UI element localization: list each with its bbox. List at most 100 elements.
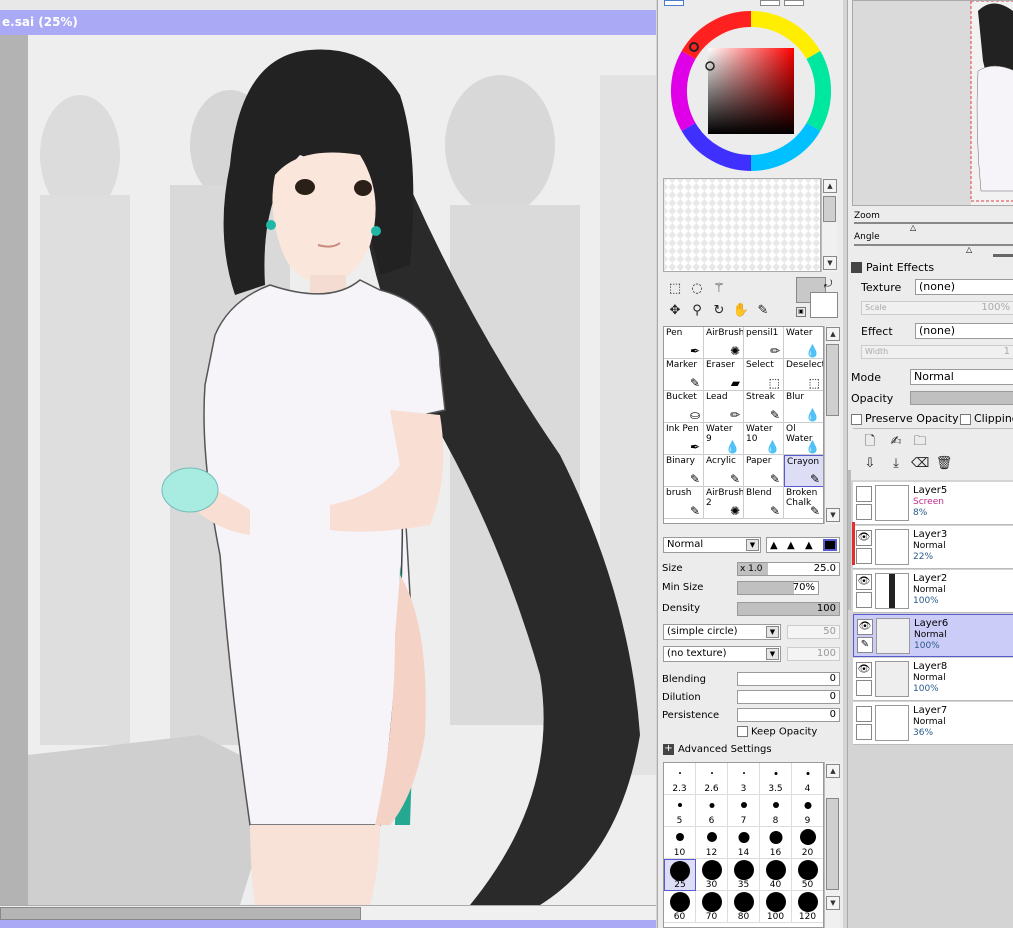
layer-row[interactable]: 👁 ✎ Layer6 Normal 100% bbox=[853, 614, 1013, 657]
scroll-down-icon[interactable]: ▼ bbox=[823, 256, 837, 270]
brush-size-preset[interactable]: 2.6 bbox=[696, 763, 728, 795]
brush-item[interactable]: Streak ✎ bbox=[744, 391, 784, 423]
brush-size-preset[interactable]: 12 bbox=[696, 827, 728, 859]
layer-lock-icon[interactable] bbox=[856, 680, 872, 696]
brush-size-preset[interactable]: 9 bbox=[792, 795, 823, 827]
canvas-title[interactable]: e.sai (25%) bbox=[0, 10, 656, 35]
brush-item[interactable]: pensil1 ✏ bbox=[744, 327, 784, 359]
checkbox-icon[interactable] bbox=[851, 413, 862, 425]
brush-size-preset[interactable]: 20 bbox=[792, 827, 823, 859]
scratch-pad-scrollbar[interactable]: ▲ ▼ bbox=[821, 178, 837, 272]
checkbox-icon[interactable] bbox=[737, 726, 748, 737]
new-folder-icon[interactable]: 🗀 bbox=[911, 433, 929, 451]
brush-shape-slider[interactable]: 50 bbox=[787, 625, 840, 639]
angle-slider[interactable] bbox=[854, 244, 1013, 246]
delete-layer-icon[interactable]: 🗑 bbox=[935, 455, 953, 473]
background-color-swatch[interactable] bbox=[810, 292, 838, 318]
brush-size-preset[interactable]: 50 bbox=[792, 859, 823, 891]
blending-slider[interactable]: 0 bbox=[737, 672, 840, 686]
visibility-eye-icon[interactable] bbox=[856, 706, 872, 722]
brush-item[interactable]: Bucket ⛀ bbox=[664, 391, 704, 423]
scroll-thumb[interactable] bbox=[826, 344, 839, 416]
layer-lock-icon[interactable] bbox=[856, 548, 872, 564]
brush-size-preset[interactable]: 10 bbox=[664, 827, 696, 859]
edge-medium-icon[interactable]: ▲ bbox=[787, 540, 795, 551]
angle-slider-handle[interactable]: △ bbox=[966, 245, 972, 254]
layer-row[interactable]: 👁 Layer3 Normal 22% bbox=[853, 526, 1013, 569]
brush-edge-selector[interactable]: ▲ ▲ ▲ bbox=[766, 537, 840, 553]
hand-icon[interactable]: ✋ bbox=[732, 302, 750, 320]
visibility-eye-icon[interactable]: 👁 bbox=[857, 619, 873, 635]
persistence-slider[interactable]: 0 bbox=[737, 708, 840, 722]
brush-size-preset[interactable]: 7 bbox=[728, 795, 760, 827]
rect-select-icon[interactable]: ⬚ bbox=[666, 280, 684, 298]
scroll-up-icon[interactable]: ▲ bbox=[826, 327, 840, 341]
brush-item[interactable]: AirBrush 2 ✺ bbox=[704, 487, 744, 519]
brush-item[interactable]: Blend ✎ bbox=[744, 487, 784, 519]
scroll-up-icon[interactable]: ▲ bbox=[823, 179, 837, 193]
brush-size-preset[interactable]: 60 bbox=[664, 891, 696, 923]
checkbox-icon[interactable] bbox=[960, 413, 971, 425]
brush-size-preset[interactable]: 16 bbox=[760, 827, 792, 859]
new-linework-layer-icon[interactable]: ✍ bbox=[887, 433, 905, 451]
brush-item[interactable]: AirBrush ✺ bbox=[704, 327, 744, 359]
scroll-thumb[interactable] bbox=[826, 798, 839, 890]
merge-down-icon[interactable]: ⤓ bbox=[887, 455, 905, 473]
density-slider[interactable]: 100 bbox=[737, 602, 840, 616]
dilution-slider[interactable]: 0 bbox=[737, 690, 840, 704]
brush-item[interactable]: Water 10 💧 bbox=[744, 423, 784, 455]
brush-item[interactable]: Crayon ✎ bbox=[784, 455, 823, 487]
lasso-icon[interactable]: ◌ bbox=[688, 280, 706, 298]
effect-texture-dropdown[interactable]: (none) bbox=[915, 279, 1013, 295]
scratch-pad[interactable] bbox=[663, 178, 821, 272]
panel-divider-handle[interactable] bbox=[993, 254, 1013, 257]
brush-size-preset[interactable]: 80 bbox=[728, 891, 760, 923]
color-wheel[interactable] bbox=[668, 8, 834, 174]
new-layer-icon[interactable]: 🗋 bbox=[861, 433, 879, 451]
brush-item[interactable]: Water 9 💧 bbox=[704, 423, 744, 455]
edge-hard-icon[interactable]: ▲ bbox=[770, 540, 778, 551]
size-presets-scrollbar[interactable]: ▲ ▼ bbox=[824, 762, 840, 928]
brush-item[interactable]: Acrylic ✎ bbox=[704, 455, 744, 487]
visibility-eye-icon[interactable] bbox=[856, 486, 872, 502]
edge-soft-icon[interactable]: ▲ bbox=[805, 540, 813, 551]
brush-item[interactable]: Select ⬚ bbox=[744, 359, 784, 391]
brush-item[interactable]: Paper ✎ bbox=[744, 455, 784, 487]
brush-size-preset[interactable]: 3 bbox=[728, 763, 760, 795]
reset-colors-icon[interactable]: ▣ bbox=[796, 307, 806, 317]
brush-size-preset[interactable]: 2.3 bbox=[664, 763, 696, 795]
brush-size-preset[interactable]: 8 bbox=[760, 795, 792, 827]
artwork[interactable] bbox=[0, 35, 656, 905]
layer-lock-icon[interactable] bbox=[856, 592, 872, 608]
layer-lock-icon[interactable] bbox=[856, 724, 872, 740]
brush-item[interactable]: Deselect ⬚ bbox=[784, 359, 823, 391]
layer-row[interactable]: Layer5 Screen 8% bbox=[853, 482, 1013, 525]
zoom-slider[interactable] bbox=[854, 222, 1013, 224]
color-slider-mode-button[interactable] bbox=[760, 0, 780, 6]
brush-size-preset[interactable]: 120 bbox=[792, 891, 823, 923]
magic-wand-icon[interactable]: ⚚ bbox=[710, 280, 728, 298]
edit-lock-pen-icon[interactable]: ✎ bbox=[857, 637, 873, 653]
color-wheel-mode-button[interactable] bbox=[664, 0, 684, 6]
clipping-checkbox[interactable]: Clipping bbox=[960, 412, 1013, 425]
layer-lock-icon[interactable] bbox=[856, 504, 872, 520]
brush-size-preset[interactable]: 4 bbox=[792, 763, 823, 795]
min-size-slider[interactable]: 70% bbox=[737, 581, 819, 595]
brush-size-preset[interactable]: 5 bbox=[664, 795, 696, 827]
collapse-minus-icon[interactable] bbox=[851, 262, 862, 273]
brush-item[interactable]: Water 💧 bbox=[784, 327, 823, 359]
brush-size-preset[interactable]: 14 bbox=[728, 827, 760, 859]
expand-plus-icon[interactable]: + bbox=[663, 744, 674, 755]
brush-size-preset[interactable]: 35 bbox=[728, 859, 760, 891]
effect-dropdown[interactable]: (none) bbox=[915, 323, 1013, 339]
brush-list-scrollbar[interactable]: ▲ ▼ bbox=[824, 326, 840, 524]
size-multiplier[interactable]: x 1.0 bbox=[738, 563, 768, 575]
color-palette-mode-button[interactable] bbox=[784, 0, 804, 6]
brush-item[interactable]: Marker ✎ bbox=[664, 359, 704, 391]
visibility-eye-icon[interactable]: 👁 bbox=[856, 530, 872, 546]
canvas-horizontal-scrollbar[interactable] bbox=[0, 905, 656, 920]
zoom-icon[interactable]: ⚲ bbox=[688, 302, 706, 320]
preserve-opacity-checkbox[interactable]: Preserve Opacity bbox=[851, 412, 959, 425]
brush-item[interactable]: Broken Chalk ✎ bbox=[784, 487, 823, 519]
zoom-slider-handle[interactable]: △ bbox=[910, 223, 916, 232]
